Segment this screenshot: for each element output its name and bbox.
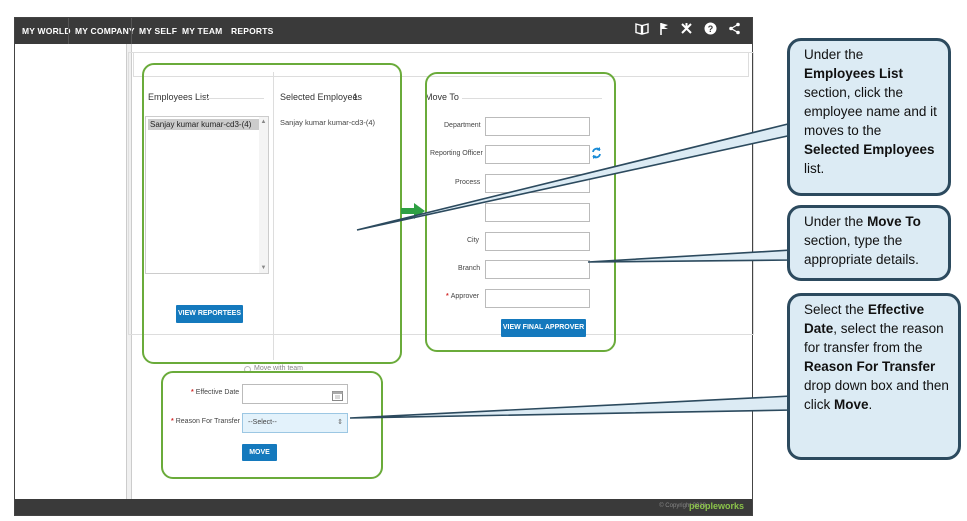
- callout-effective-date: Select the Effective Date, select the re…: [787, 293, 961, 460]
- callout-text: Select the: [804, 302, 865, 317]
- callout-text: .: [868, 397, 873, 412]
- callout-bold: Reason For Transfer: [804, 359, 936, 374]
- callout-three-pointer: [349, 395, 793, 419]
- callout-text: Under the: [804, 214, 864, 229]
- callout-text: drop down box and then click: [804, 378, 949, 412]
- callout-text: list.: [804, 161, 825, 176]
- callout-text: Under the: [804, 47, 864, 62]
- callout-bold: Selected Employees: [804, 142, 935, 157]
- callout-bold: Move: [834, 397, 869, 412]
- callout-bold: Employees List: [804, 66, 904, 81]
- callout-two-pointer: [587, 249, 793, 263]
- callout-text: section, click the employee name and it …: [804, 85, 937, 138]
- callout-bold: Move To: [867, 214, 921, 229]
- callout-text: section, type the appropriate details.: [804, 233, 919, 267]
- callout-move-to: Under the Move To section, type the appr…: [787, 205, 951, 281]
- screenshot-stage: MY WORLD MY COMPANY MY SELF MY TEAM REPO…: [0, 0, 967, 521]
- callout-one-pointer: [356, 121, 793, 231]
- callout-employees-list: Under the Employees List section, click …: [787, 38, 951, 196]
